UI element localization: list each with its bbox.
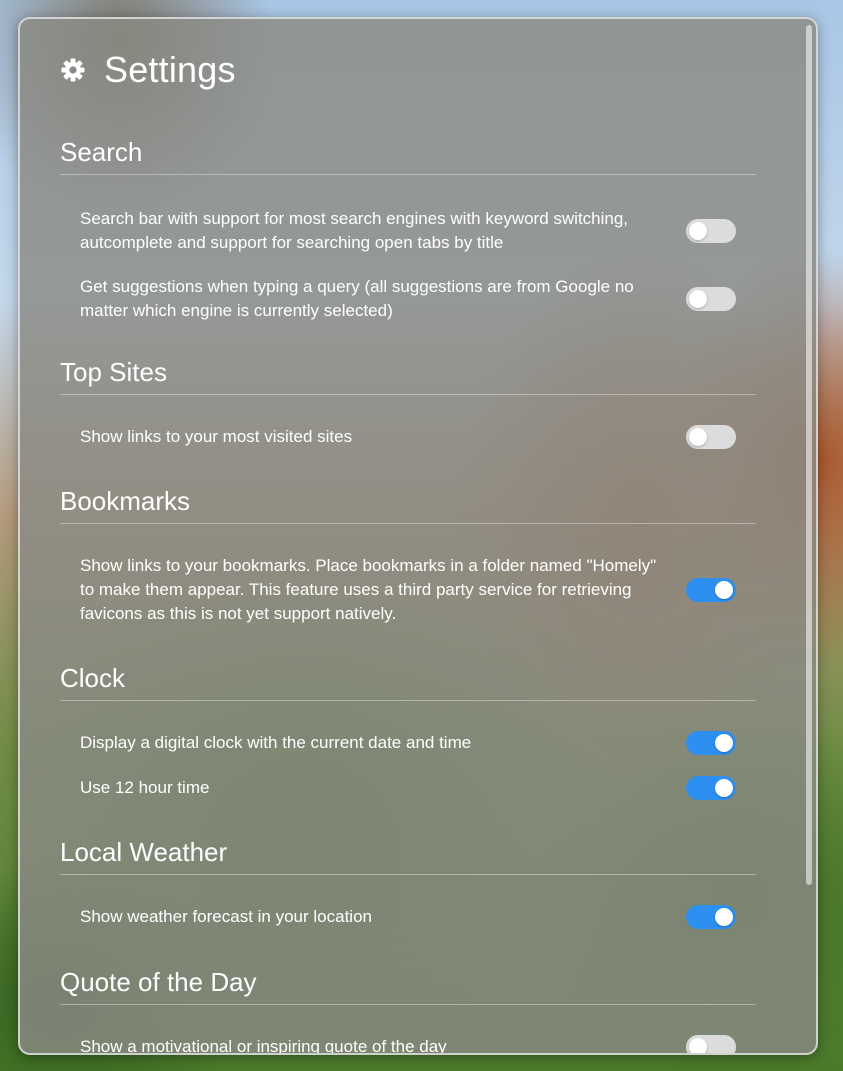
setting-label: Get suggestions when typing a query (all… (80, 277, 634, 320)
gear-icon (60, 57, 86, 83)
setting-row-search-suggestions: Get suggestions when typing a query (all… (60, 275, 756, 323)
setting-row-weather: Show weather forecast in your location (60, 905, 756, 929)
setting-row-top-sites: Show links to your most visited sites (60, 425, 756, 449)
toggle-top-sites[interactable] (686, 425, 736, 449)
setting-row-bookmarks: Show links to your bookmarks. Place book… (60, 554, 756, 626)
setting-label: Show links to your bookmarks. Place book… (80, 556, 657, 623)
settings-panel: Settings Search Search bar with support … (18, 17, 818, 1055)
scrollbar[interactable] (806, 25, 812, 885)
toggle-knob (715, 779, 733, 797)
setting-label: Search bar with support for most search … (80, 209, 629, 252)
setting-label: Show weather forecast in your location (80, 907, 372, 926)
toggle-knob (689, 428, 707, 446)
toggle-knob (689, 1038, 707, 1053)
section-clock: Clock Display a digital clock with the c… (60, 663, 756, 837)
settings-content: Search Search bar with support for most … (60, 137, 756, 1055)
toggle-knob (689, 290, 707, 308)
toggle-knob (689, 222, 707, 240)
settings-header: Settings (60, 49, 236, 91)
section-title: Top Sites (60, 357, 756, 395)
section-bookmarks: Bookmarks Show links to your bookmarks. … (60, 486, 756, 663)
toggle-12-hour[interactable] (686, 776, 736, 800)
section-title: Local Weather (60, 837, 756, 875)
setting-label: Show links to your most visited sites (80, 427, 353, 446)
section-search: Search Search bar with support for most … (60, 137, 756, 357)
setting-row-quote: Show a motivational or inspiring quote o… (60, 1035, 756, 1055)
toggle-knob (715, 908, 733, 926)
setting-label: Show a motivational or inspiring quote o… (80, 1037, 447, 1055)
section-title: Quote of the Day (60, 967, 756, 1005)
toggle-knob (715, 734, 733, 752)
section-top-sites: Top Sites Show links to your most visite… (60, 357, 756, 486)
toggle-weather[interactable] (686, 905, 736, 929)
toggle-digital-clock[interactable] (686, 731, 736, 755)
toggle-search-suggestions[interactable] (686, 287, 736, 311)
toggle-search-bar[interactable] (686, 219, 736, 243)
section-quote-of-the-day: Quote of the Day Show a motivational or … (60, 967, 756, 1055)
setting-row-digital-clock: Display a digital clock with the current… (60, 731, 756, 755)
toggle-knob (715, 581, 733, 599)
page-title: Settings (104, 49, 236, 90)
toggle-quote[interactable] (686, 1035, 736, 1053)
section-local-weather: Local Weather Show weather forecast in y… (60, 837, 756, 967)
section-title: Bookmarks (60, 486, 756, 524)
setting-label: Display a digital clock with the current… (80, 733, 472, 752)
setting-row-search-bar: Search bar with support for most search … (60, 207, 756, 255)
section-title: Search (60, 137, 756, 175)
setting-label: Use 12 hour time (80, 778, 210, 797)
toggle-bookmarks[interactable] (686, 578, 736, 602)
section-title: Clock (60, 663, 756, 701)
setting-row-12-hour: Use 12 hour time (60, 776, 756, 800)
